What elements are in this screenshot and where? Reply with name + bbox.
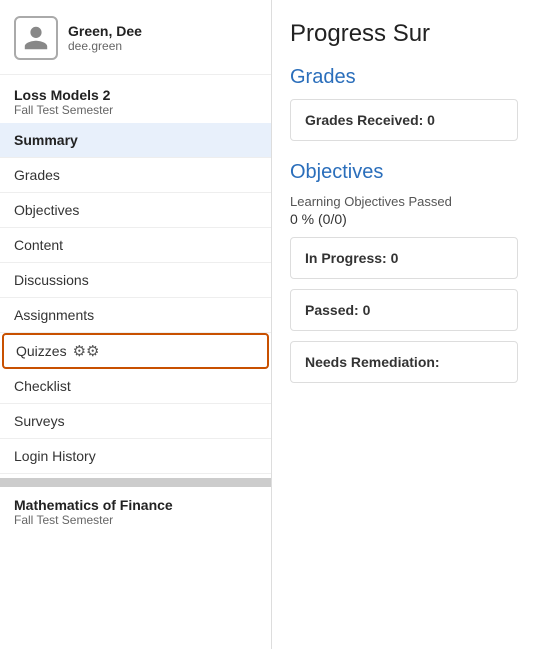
course2-name: Mathematics of Finance — [14, 497, 257, 513]
page-title: Progress Sur — [290, 20, 518, 48]
course2-semester: Fall Test Semester — [14, 513, 257, 527]
course-name: Loss Models 2 — [14, 87, 257, 103]
sidebar-item-objectives[interactable]: Objectives — [0, 193, 271, 228]
sidebar-item-discussions[interactable]: Discussions — [0, 263, 271, 298]
in-progress-card: In Progress: 0 — [290, 237, 518, 279]
sidebar: Green, Dee dee.green Loss Models 2 Fall … — [0, 0, 272, 649]
user-info: Green, Dee dee.green — [68, 23, 142, 53]
quiz-settings-icon: ⚙⚙ — [73, 342, 100, 360]
main-content: Progress Sur Grades Grades Received: 0 O… — [272, 0, 536, 649]
objectives-heading: Objectives — [290, 161, 518, 184]
needs-remediation-card: Needs Remediation: — [290, 341, 518, 383]
user-login: dee.green — [68, 39, 142, 53]
passed-card: Passed: 0 — [290, 289, 518, 331]
grades-heading: Grades — [290, 66, 518, 89]
sidebar-item-quizzes[interactable]: Quizzes ⚙⚙ — [2, 333, 269, 369]
nav-list: Summary Grades Objectives Content Discus… — [0, 123, 271, 649]
course2-section: Mathematics of Finance Fall Test Semeste… — [0, 484, 271, 539]
sidebar-item-grades[interactable]: Grades — [0, 158, 271, 193]
user-name: Green, Dee — [68, 23, 142, 39]
course-semester: Fall Test Semester — [14, 103, 257, 117]
sidebar-item-content[interactable]: Content — [0, 228, 271, 263]
avatar — [14, 16, 58, 60]
objectives-section: Objectives Learning Objectives Passed 0 … — [290, 161, 518, 383]
sidebar-item-assignments[interactable]: Assignments — [0, 298, 271, 333]
sidebar-item-surveys[interactable]: Surveys — [0, 404, 271, 439]
grades-received-card: Grades Received: 0 — [290, 99, 518, 141]
user-section: Green, Dee dee.green — [0, 0, 271, 75]
sidebar-item-login-history[interactable]: Login History — [0, 439, 271, 474]
sidebar-item-checklist[interactable]: Checklist — [0, 369, 271, 404]
course-section: Loss Models 2 Fall Test Semester — [0, 75, 271, 123]
objectives-pct: 0 % (0/0) — [290, 211, 518, 227]
objectives-subtitle: Learning Objectives Passed — [290, 194, 518, 209]
sidebar-item-summary[interactable]: Summary — [0, 123, 271, 158]
grades-section: Grades Grades Received: 0 — [290, 66, 518, 141]
